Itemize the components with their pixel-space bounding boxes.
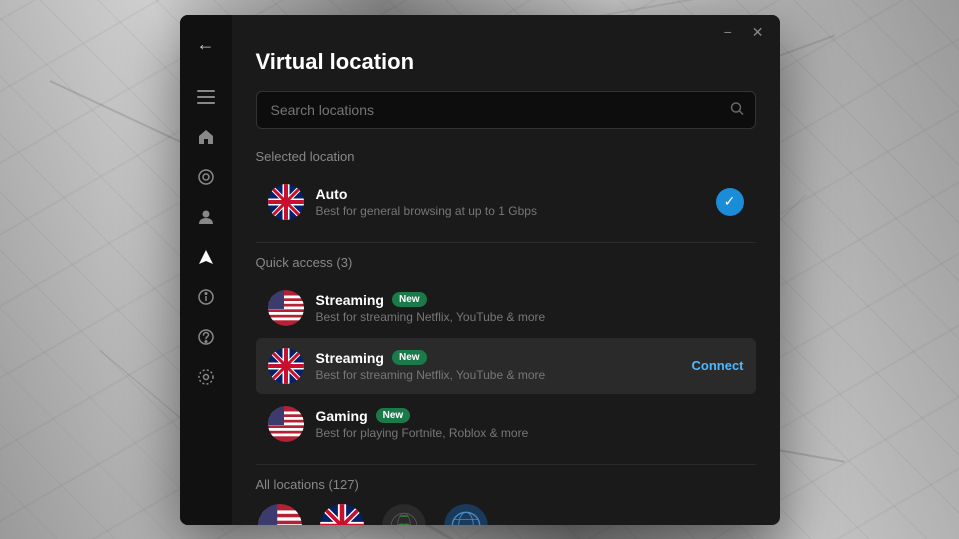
titlebar: − ✕ xyxy=(232,15,780,49)
quick-item-1-desc: Best for streaming Netflix, YouTube & mo… xyxy=(316,310,744,324)
quick-item-1-info: Streaming New Best for streaming Netflix… xyxy=(316,292,744,324)
main-content: − ✕ Virtual location Selected location xyxy=(232,15,780,525)
all-loc-us-flag[interactable] xyxy=(256,502,304,525)
divider-1 xyxy=(256,242,756,243)
auto-flag xyxy=(268,184,304,220)
all-locations-label: All locations (127) xyxy=(256,477,756,492)
quick-access-label: Quick access (3) xyxy=(256,255,756,270)
minimize-button[interactable]: − xyxy=(720,23,736,41)
selected-location-item[interactable]: Auto Best for general browsing at up to … xyxy=(256,174,756,230)
page-title: Virtual location xyxy=(256,49,756,75)
close-button[interactable]: ✕ xyxy=(748,23,768,41)
back-button[interactable]: ← xyxy=(188,27,224,63)
connect-button[interactable]: Connect xyxy=(692,358,744,373)
profile-button[interactable] xyxy=(188,199,224,235)
uk-flag-2 xyxy=(268,348,304,384)
auto-location-name: Auto xyxy=(316,186,704,202)
quick-item-3-info: Gaming New Best for playing Fortnite, Ro… xyxy=(316,408,744,440)
selected-checkmark: ✓ xyxy=(716,188,744,216)
search-container xyxy=(256,91,756,129)
us-flag-1 xyxy=(268,290,304,326)
auto-location-desc: Best for general browsing at up to 1 Gbp… xyxy=(316,204,704,218)
selected-section-label: Selected location xyxy=(256,149,756,164)
quick-item-1-name: Streaming New xyxy=(316,292,744,308)
quick-item-2-desc: Best for streaming Netflix, YouTube & mo… xyxy=(316,368,680,382)
badge-new-1: New xyxy=(392,292,427,307)
menu-button[interactable] xyxy=(188,79,224,115)
sidebar: ← xyxy=(180,15,232,525)
vpn-button[interactable] xyxy=(188,159,224,195)
quick-item-3-desc: Best for playing Fortnite, Roblox & more xyxy=(316,426,744,440)
search-icon xyxy=(730,101,744,118)
info-button[interactable] xyxy=(188,279,224,315)
content-area: Virtual location Selected location xyxy=(232,49,780,525)
flag-row xyxy=(256,502,756,525)
badge-new-2: New xyxy=(392,350,427,365)
quick-item-3-name: Gaming New xyxy=(316,408,744,424)
us-flag-3 xyxy=(268,406,304,442)
divider-2 xyxy=(256,464,756,465)
quick-access-item-3[interactable]: Gaming New Best for playing Fortnite, Ro… xyxy=(256,396,756,452)
all-loc-world-flag-1[interactable] xyxy=(380,502,428,525)
all-loc-world-flag-2[interactable] xyxy=(442,502,490,525)
location-button[interactable] xyxy=(188,239,224,275)
settings-button[interactable] xyxy=(188,359,224,395)
quick-access-item-2[interactable]: Streaming New Best for streaming Netflix… xyxy=(256,338,756,394)
badge-new-3: New xyxy=(376,408,411,423)
home-button[interactable] xyxy=(188,119,224,155)
auto-location-info: Auto Best for general browsing at up to … xyxy=(316,186,704,218)
quick-access-item-1[interactable]: Streaming New Best for streaming Netflix… xyxy=(256,280,756,336)
all-loc-uk-flag[interactable] xyxy=(318,502,366,525)
search-input[interactable] xyxy=(256,91,756,129)
app-window: ← xyxy=(180,15,780,525)
help-button[interactable] xyxy=(188,319,224,355)
quick-item-2-info: Streaming New Best for streaming Netflix… xyxy=(316,350,680,382)
quick-item-2-name: Streaming New xyxy=(316,350,680,366)
